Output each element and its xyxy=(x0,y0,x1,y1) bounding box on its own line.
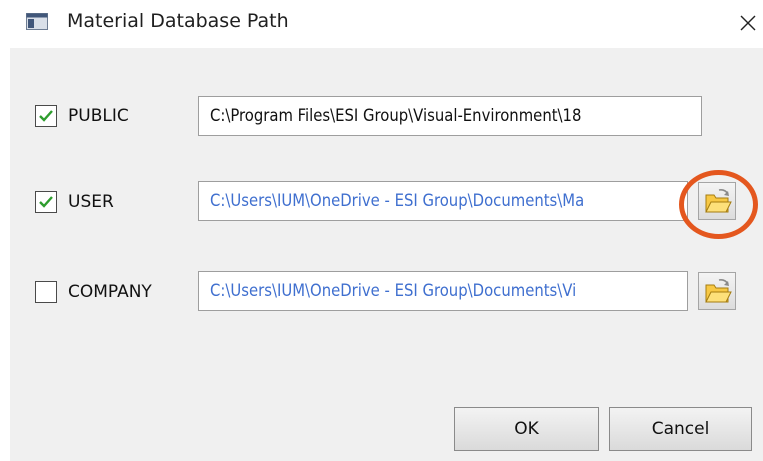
close-icon xyxy=(740,15,755,31)
checkmark-icon xyxy=(39,196,53,208)
close-button[interactable] xyxy=(732,4,763,42)
app-window-icon xyxy=(26,13,48,30)
company-label: COMPANY xyxy=(68,282,152,302)
window-title: Material Database Path xyxy=(67,10,289,32)
user-label: USER xyxy=(68,192,114,212)
title-bar: Material Database Path xyxy=(0,0,763,48)
company-checkbox[interactable] xyxy=(35,281,57,303)
company-browse-button[interactable] xyxy=(698,272,736,310)
open-folder-icon xyxy=(705,189,732,213)
company-path-field[interactable]: C:\Users\IUM\OneDrive - ESI Group\Docume… xyxy=(198,271,688,311)
open-folder-icon xyxy=(705,279,732,303)
ok-button[interactable]: OK xyxy=(454,407,599,451)
public-label: PUBLIC xyxy=(68,106,129,126)
user-path-row: USER C:\Users\IUM\OneDrive - ESI Group\D… xyxy=(10,179,763,223)
public-checkbox[interactable] xyxy=(35,105,57,127)
company-path-row: COMPANY C:\Users\IUM\OneDrive - ESI Grou… xyxy=(10,268,763,312)
user-browse-button[interactable] xyxy=(698,182,736,220)
public-path-field[interactable]: C:\Program Files\ESI Group\Visual-Enviro… xyxy=(198,96,702,136)
checkmark-icon xyxy=(39,110,53,122)
cancel-button[interactable]: Cancel xyxy=(609,407,752,451)
user-checkbox[interactable] xyxy=(35,191,57,213)
dialog-content: PUBLIC C:\Program Files\ESI Group\Visual… xyxy=(10,48,763,461)
public-path-row: PUBLIC C:\Program Files\ESI Group\Visual… xyxy=(10,94,763,138)
user-path-field[interactable]: C:\Users\IUM\OneDrive - ESI Group\Docume… xyxy=(198,181,688,221)
